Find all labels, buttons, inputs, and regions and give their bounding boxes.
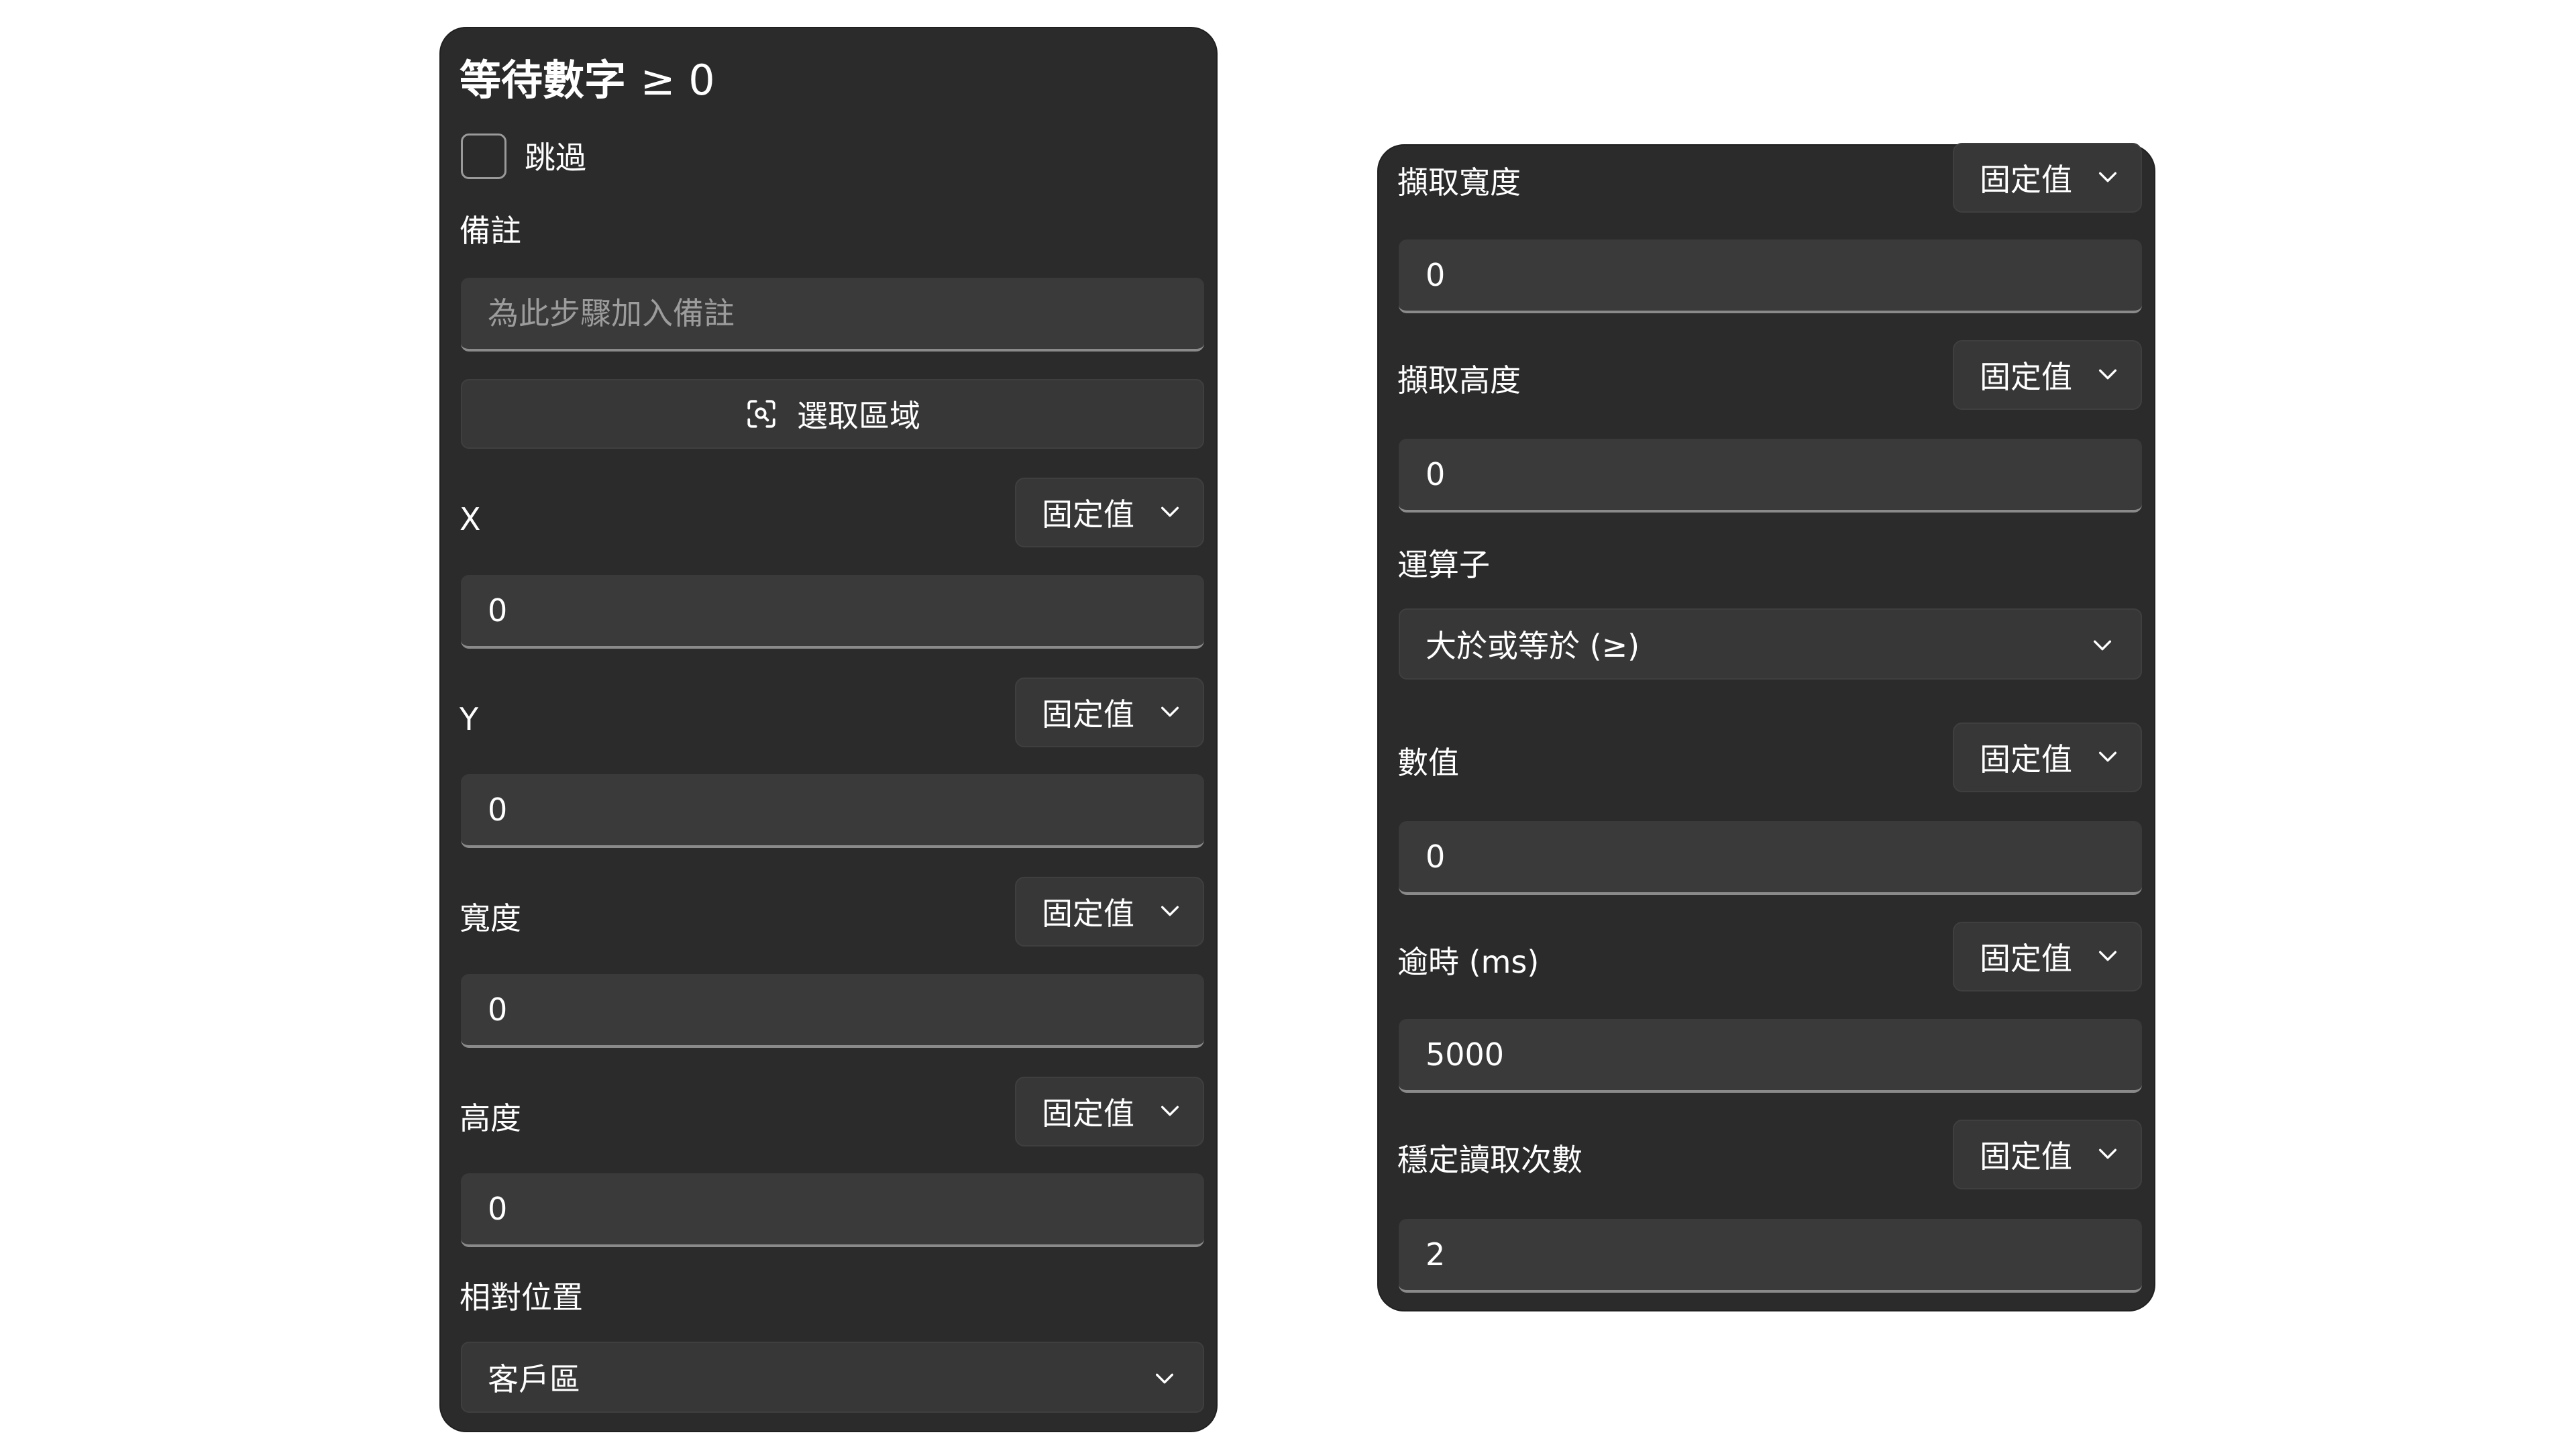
capture-width-input[interactable]: 0 <box>1399 239 2142 313</box>
chevron-down-icon <box>1161 706 1179 717</box>
step-editor-panel-right: 擷取寬度 固定值 0 擷取高度 固定值 0 運算子 大於或等於 (≥) 數值 固… <box>1377 143 2155 1311</box>
height-mode-dropdown[interactable]: 固定值 <box>1015 1077 1204 1146</box>
skip-checkbox[interactable] <box>461 133 506 179</box>
select-region-label: 選取區域 <box>797 398 920 434</box>
chevron-down-icon <box>2098 1148 2117 1159</box>
step-title-operator: ≥ 0 <box>640 56 715 105</box>
capture-height-mode-value: 固定值 <box>1980 359 2072 395</box>
field-label-height: 高度 <box>460 1100 521 1136</box>
x-input[interactable]: 0 <box>461 575 1204 649</box>
relative-position-label: 相對位置 <box>460 1279 583 1316</box>
capture-height-input[interactable]: 0 <box>1399 439 2142 513</box>
select-region-button[interactable]: 選取區域 <box>461 379 1204 449</box>
operator-dropdown[interactable]: 大於或等於 (≥) <box>1399 608 2142 680</box>
stable-read-count-input[interactable]: 2 <box>1399 1219 2142 1293</box>
operator-value: 大於或等於 (≥) <box>1426 628 1640 664</box>
y-mode-value: 固定值 <box>1042 696 1134 733</box>
field-label-y: Y <box>460 701 479 737</box>
chevron-down-icon <box>2098 951 2117 961</box>
width-mode-dropdown[interactable]: 固定值 <box>1015 877 1204 947</box>
chevron-down-icon <box>1161 1106 1179 1116</box>
stable-read-count-label: 穩定讀取次數 <box>1397 1142 1582 1178</box>
number-value-input[interactable]: 0 <box>1399 821 2142 895</box>
timeout-mode-dropdown[interactable]: 固定值 <box>1953 922 2142 991</box>
capture-height-label: 擷取高度 <box>1397 362 1521 398</box>
chevron-down-icon <box>1155 1373 1174 1384</box>
width-input[interactable]: 0 <box>461 974 1204 1048</box>
x-mode-value: 固定值 <box>1042 496 1134 533</box>
y-input[interactable]: 0 <box>461 774 1204 848</box>
step-title: 等待數字 ≥ 0 <box>460 54 715 107</box>
timeout-label: 逾時 (ms) <box>1397 944 1540 980</box>
operator-label: 運算子 <box>1397 547 1490 583</box>
chevron-down-icon <box>1161 506 1179 517</box>
step-editor-panel-left: 等待數字 ≥ 0 跳過 備註 為此步驟加入備註 選取區域 X 固定值 0 Y 固… <box>439 27 1218 1432</box>
note-label: 備註 <box>460 213 521 249</box>
height-input[interactable]: 0 <box>461 1173 1204 1247</box>
x-mode-dropdown[interactable]: 固定值 <box>1015 478 1204 547</box>
chevron-down-icon <box>2098 369 2117 380</box>
width-mode-value: 固定值 <box>1042 896 1134 932</box>
chevron-down-icon <box>1161 906 1179 916</box>
timeout-input[interactable]: 5000 <box>1399 1019 2142 1093</box>
relative-position-value: 客戶區 <box>488 1361 580 1397</box>
capture-width-mode-value: 固定值 <box>1980 162 2072 198</box>
y-mode-dropdown[interactable]: 固定值 <box>1015 678 1204 747</box>
capture-width-label: 擷取寬度 <box>1397 164 1521 201</box>
relative-position-dropdown[interactable]: 客戶區 <box>461 1342 1204 1413</box>
number-value-label: 數值 <box>1397 745 1459 781</box>
note-input[interactable]: 為此步驟加入備註 <box>461 278 1204 352</box>
step-title-text: 等待數字 <box>460 56 627 105</box>
screen-capture-icon <box>747 400 775 428</box>
timeout-mode-value: 固定值 <box>1980 941 2072 977</box>
height-mode-value: 固定值 <box>1042 1095 1134 1132</box>
stable-read-count-mode-value: 固定值 <box>1980 1138 2072 1175</box>
skip-label: 跳過 <box>525 140 586 176</box>
chevron-down-icon <box>2098 172 2117 182</box>
number-value-mode-dropdown[interactable]: 固定值 <box>1953 722 2142 792</box>
chevron-down-icon <box>2093 640 2112 651</box>
field-label-width: 寬度 <box>460 900 521 936</box>
capture-width-mode-dropdown[interactable]: 固定值 <box>1953 143 2142 213</box>
field-label-x: X <box>460 501 481 537</box>
capture-height-mode-dropdown[interactable]: 固定值 <box>1953 340 2142 410</box>
stable-read-count-mode-dropdown[interactable]: 固定值 <box>1953 1120 2142 1189</box>
chevron-down-icon <box>2098 751 2117 762</box>
number-value-mode-value: 固定值 <box>1980 741 2072 777</box>
